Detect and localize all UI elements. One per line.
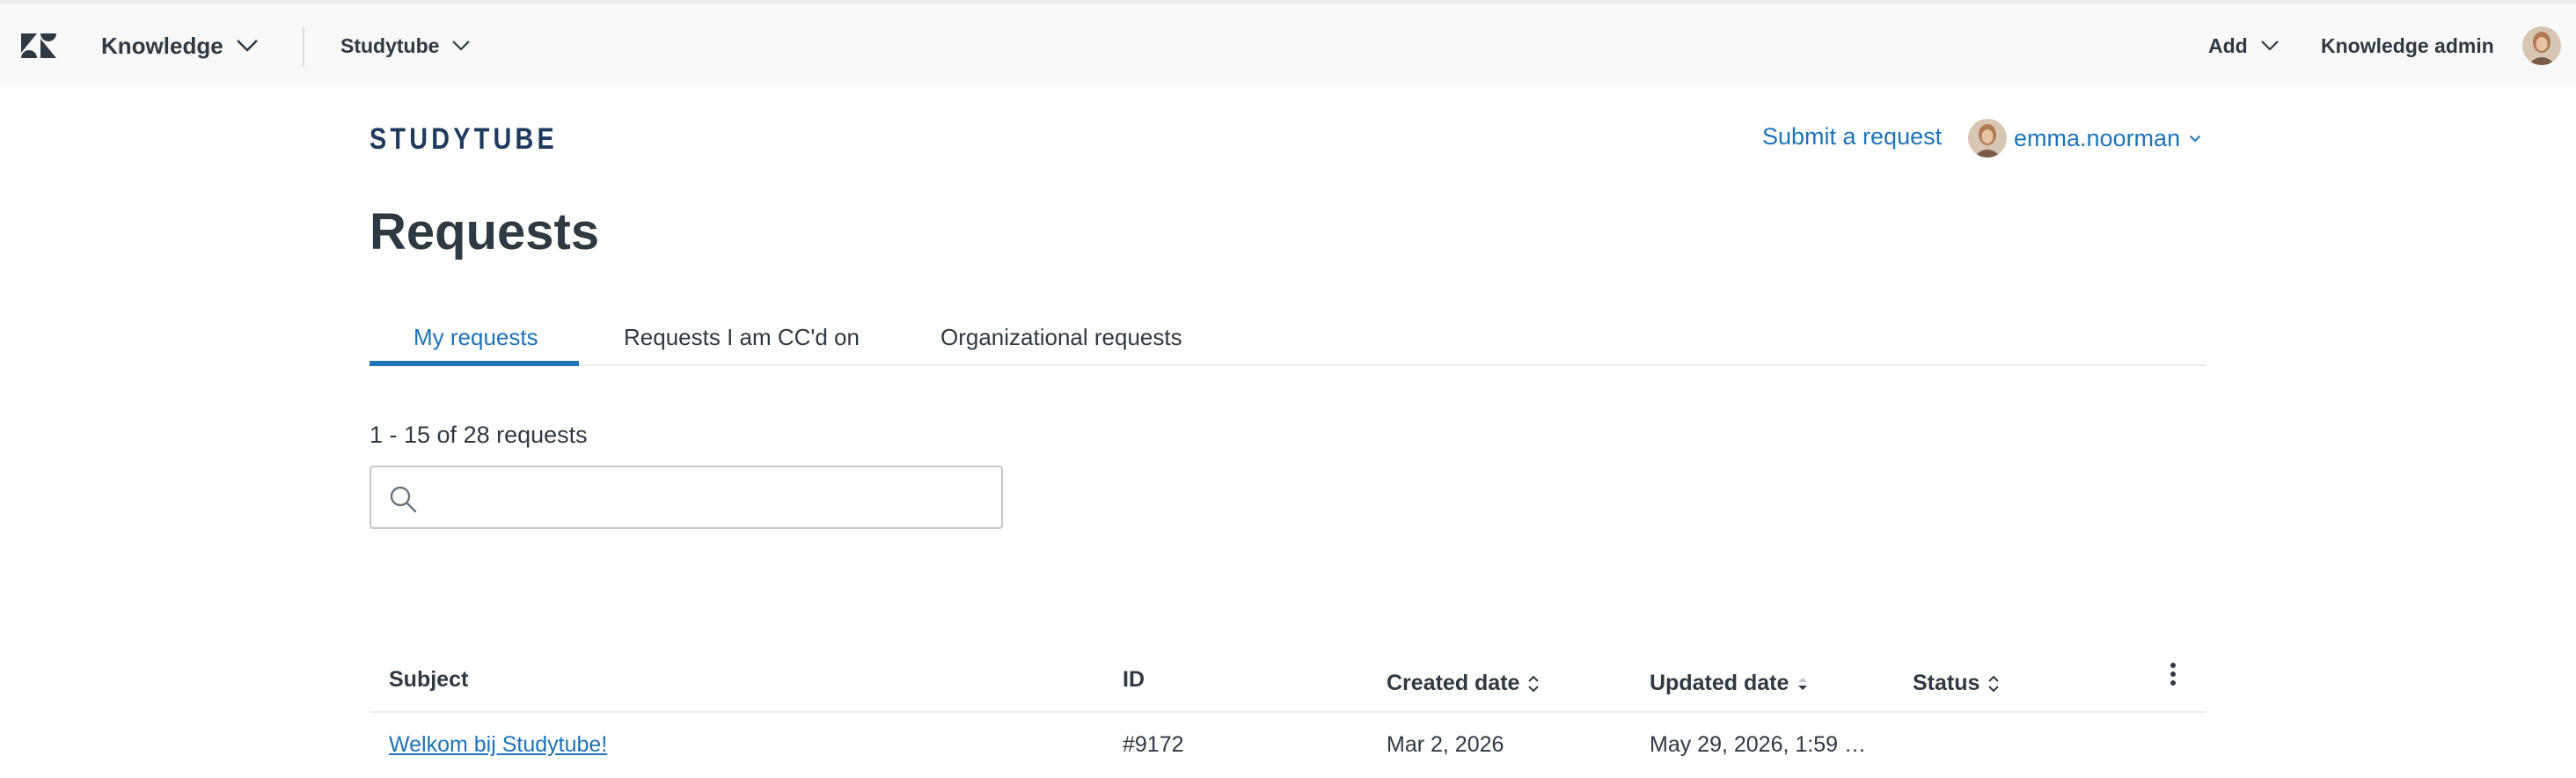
- add-menu[interactable]: Add: [2208, 4, 2280, 88]
- avatar-image: [2522, 26, 2561, 65]
- requests-table-header: Subject ID Created date Updated date Sta…: [370, 651, 2206, 713]
- knowledge-menu-label: Knowledge: [101, 32, 223, 59]
- search-icon: [390, 486, 417, 513]
- knowledge-admin-label: Knowledge admin: [2321, 33, 2494, 57]
- column-header-created-date[interactable]: Created date: [1387, 671, 1540, 696]
- column-header-label: Subject: [389, 667, 469, 692]
- column-header-status[interactable]: Status: [1913, 671, 2001, 696]
- request-id: #9172: [1123, 732, 1184, 757]
- request-created-date: Mar 2, 2026: [1387, 732, 1504, 757]
- username: emma.noorman: [2014, 124, 2181, 151]
- sort-descending-icon: [1798, 677, 1808, 690]
- brand-switcher-label: Studytube: [340, 33, 440, 57]
- column-header-id: ID: [1123, 667, 1145, 693]
- avatar-image: [1968, 119, 2007, 158]
- tab-organizational-requests[interactable]: Organizational requests: [940, 324, 1182, 351]
- topbar-divider: [303, 26, 304, 67]
- knowledge-menu[interactable]: Knowledge: [101, 4, 259, 88]
- request-subject-link[interactable]: Welkom bij Studytube!: [389, 732, 607, 758]
- chevron-down-icon: [2189, 135, 2201, 142]
- sort-icon: [1988, 675, 2000, 692]
- active-tab-indicator: [370, 361, 579, 366]
- page-title: Requests: [370, 203, 600, 261]
- column-options-icon[interactable]: [2166, 660, 2180, 692]
- tab-cc-requests[interactable]: Requests I am CC'd on: [624, 324, 860, 351]
- chevron-down-icon: [452, 40, 471, 51]
- request-tabs: My requests Requests I am CC'd on Organi…: [370, 315, 2206, 366]
- brand-wordmark: STUDYTUBE: [370, 123, 558, 153]
- sort-icon: [1528, 675, 1540, 692]
- request-count: 1 - 15 of 28 requests: [370, 422, 588, 448]
- chevron-down-icon: [236, 40, 258, 52]
- column-header-subject: Subject: [389, 667, 468, 693]
- user-avatar: [1968, 119, 2007, 158]
- column-header-label: Created date: [1387, 671, 1520, 695]
- studytube-logo[interactable]: STUDYTUBE: [370, 123, 560, 153]
- search-input[interactable]: [426, 469, 989, 525]
- submit-request-link[interactable]: Submit a request: [1762, 123, 1942, 150]
- admin-topbar: Knowledge Studytube Add Knowledge admin: [0, 0, 2576, 84]
- chevron-down-icon: [2260, 40, 2279, 51]
- search-box: [370, 466, 1003, 529]
- column-header-updated-date[interactable]: Updated date: [1650, 671, 1810, 696]
- topbar-avatar[interactable]: [2522, 26, 2561, 65]
- zendesk-logo-icon[interactable]: [21, 32, 56, 60]
- table-row: Welkom bij Studytube! #9172 Mar 2, 2026 …: [370, 715, 2206, 778]
- column-header-label: ID: [1123, 667, 1145, 692]
- column-header-label: Updated date: [1650, 671, 1789, 695]
- tab-my-requests[interactable]: My requests: [413, 324, 538, 351]
- request-updated-date: May 29, 2026, 1:59 …: [1650, 732, 1866, 757]
- user-menu[interactable]: emma.noorman: [1968, 118, 2201, 158]
- add-menu-label: Add: [2208, 33, 2248, 57]
- knowledge-admin-link[interactable]: Knowledge admin: [2321, 4, 2494, 88]
- brand-switcher[interactable]: Studytube: [340, 4, 471, 88]
- column-header-label: Status: [1913, 671, 1980, 695]
